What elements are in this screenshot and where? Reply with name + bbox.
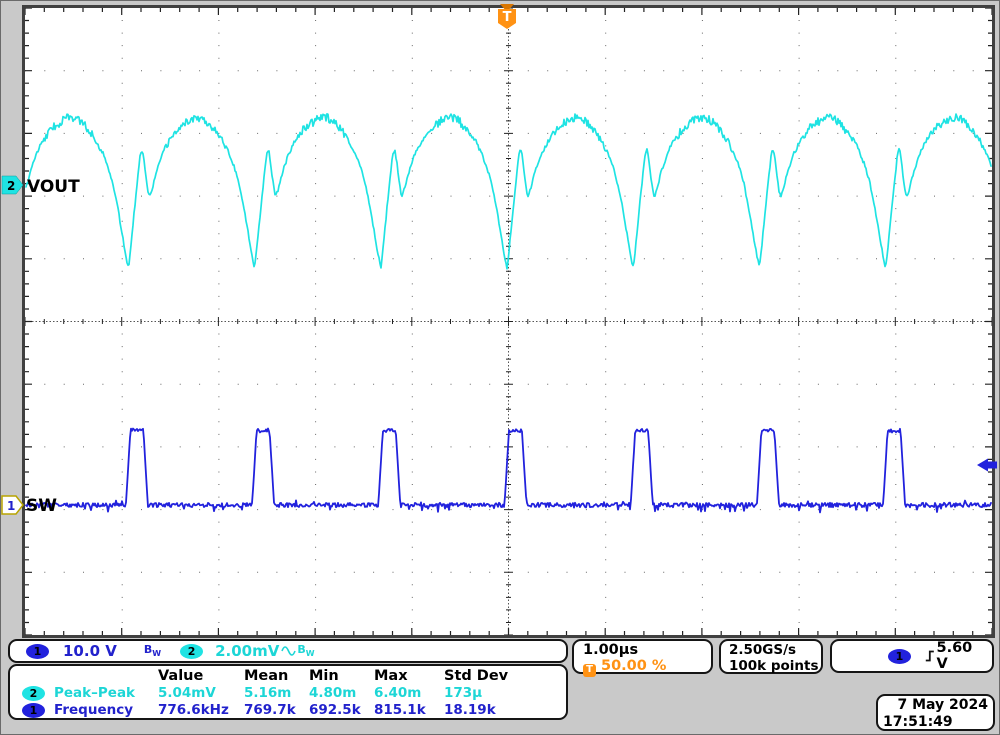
ch2-scale: 2.00mV: [215, 642, 279, 660]
trigger-level: 5.60 V: [937, 640, 984, 672]
measurement-mean: 5.16m: [244, 685, 309, 702]
graticule: [24, 7, 994, 637]
col-header-value: Value: [158, 667, 244, 685]
measurement-name: Frequency: [54, 702, 158, 719]
measurement-value: 776.6kHz: [158, 702, 244, 719]
waveform-display: T 2 VOUT 1 SW: [0, 0, 1000, 735]
ch1-marker-number: 1: [7, 499, 15, 513]
timebase-value: 1.00µs: [583, 642, 711, 658]
measurement-stddev: 18.19k: [444, 702, 566, 719]
ch1-badge[interactable]: 1: [26, 644, 49, 659]
datetime-readout: 7 May 2024 17:51:49: [876, 694, 995, 731]
time-value: 17:51:49: [878, 714, 993, 731]
trigger-marker-label: T: [503, 10, 512, 25]
trigger-source-badge[interactable]: 1: [888, 649, 911, 664]
ch1-measurement-badge[interactable]: 1: [22, 703, 45, 718]
trigger-readout[interactable]: 1 5.60 V: [830, 639, 994, 673]
measurements-header-row: Value Mean Min Max Std Dev: [22, 667, 566, 685]
measurement-row-peak-peak: 2 Peak–Peak 5.04mV 5.16m 4.80m 6.40m 173…: [22, 685, 566, 702]
measurement-stddev: 173µ: [444, 685, 566, 702]
col-header-min: Min: [309, 667, 374, 685]
measurement-row-frequency: 1 Frequency 776.6kHz 769.7k 692.5k 815.1…: [22, 702, 566, 719]
ch2-marker-number: 2: [7, 179, 15, 193]
measurement-name: Peak–Peak: [54, 685, 158, 702]
col-header-max: Max: [374, 667, 444, 685]
ch2-badge[interactable]: 2: [180, 644, 203, 659]
ch1-wave-label: SW: [26, 496, 57, 516]
ch2-settings[interactable]: 2 2.00mV BW: [180, 642, 314, 660]
trigger-position-percent: 50.00 %: [601, 658, 666, 674]
measurement-mean: 769.7k: [244, 702, 309, 719]
measurement-value: 5.04mV: [158, 685, 244, 702]
ch2-bandwidth-limit-icon: BW: [297, 643, 314, 658]
rising-edge-icon: [924, 648, 937, 664]
timebase-readout[interactable]: 1.00µs T 50.00 %: [572, 639, 713, 674]
col-header-mean: Mean: [244, 667, 309, 685]
measurements-panel: Value Mean Min Max Std Dev 2 Peak–Peak 5…: [8, 664, 568, 720]
col-header-stddev: Std Dev: [444, 667, 566, 685]
ch2-ac-coupling-icon: [281, 645, 296, 657]
ch2-measurement-badge[interactable]: 2: [22, 686, 45, 701]
ch2-wave-label: VOUT: [27, 177, 80, 197]
ch1-scale: 10.0 V: [63, 642, 117, 660]
measurement-max: 6.40m: [374, 685, 444, 702]
ch1-bandwidth-limit-icon: BW: [144, 643, 161, 658]
ch1-position-marker[interactable]: 1: [2, 496, 23, 514]
ch1-settings[interactable]: 1 10.0 V BW: [26, 642, 161, 660]
sample-rate: 2.50GS/s: [729, 642, 821, 658]
acquisition-readout[interactable]: 2.50GS/s 100k points: [719, 639, 823, 674]
measurement-max: 815.1k: [374, 702, 444, 719]
measurement-min: 692.5k: [309, 702, 374, 719]
date-value: 7 May 2024: [878, 697, 993, 714]
channel-settings-bar: 1 10.0 V BW 2 2.00mV BW: [8, 639, 568, 663]
oscilloscope-screen: T 2 VOUT 1 SW 1 10.0 V BW 2 2.00mV BW: [0, 0, 1000, 735]
trigger-t-icon: T: [583, 664, 596, 677]
measurement-min: 4.80m: [309, 685, 374, 702]
record-length: 100k points: [729, 658, 821, 674]
ch2-position-marker[interactable]: 2: [2, 176, 23, 194]
